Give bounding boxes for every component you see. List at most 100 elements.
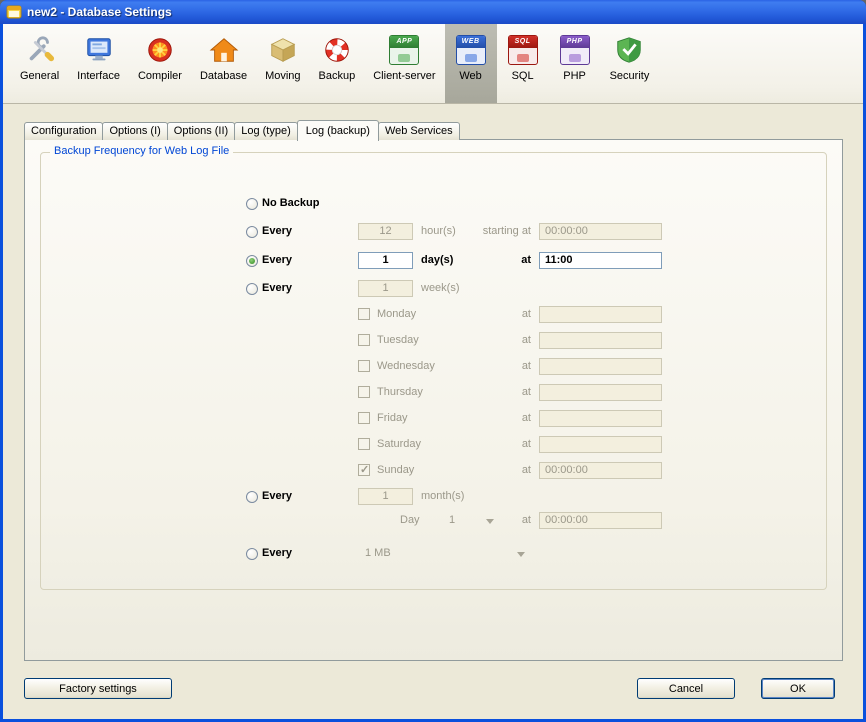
wednesday-time-field bbox=[539, 358, 662, 375]
toolbar-label: Compiler bbox=[138, 70, 182, 82]
monthly-day-row: Day 1 at 00:00:00 bbox=[3, 511, 863, 531]
monday-row: Monday at bbox=[3, 305, 863, 325]
lifebuoy-icon bbox=[322, 33, 352, 67]
cancel-button[interactable]: Cancel bbox=[637, 678, 735, 699]
toolbar-item-database[interactable]: Database bbox=[191, 24, 256, 103]
toolbar-item-compiler[interactable]: Compiler bbox=[129, 24, 191, 103]
toolbar-item-moving[interactable]: Moving bbox=[256, 24, 309, 103]
toolbar-item-web[interactable]: WEB Web bbox=[445, 24, 497, 103]
tuesday-checkbox bbox=[358, 334, 370, 346]
daily-radio[interactable] bbox=[246, 255, 258, 267]
tuesday-row: Tuesday at bbox=[3, 331, 863, 351]
hourly-value-field: 12 bbox=[358, 223, 413, 240]
groupbox-title: Backup Frequency for Web Log File bbox=[50, 145, 233, 157]
tab-log-type[interactable]: Log (type) bbox=[234, 122, 298, 140]
thursday-label: Thursday bbox=[377, 386, 423, 398]
friday-row: Friday at bbox=[3, 409, 863, 429]
sunday-time-field: 00:00:00 bbox=[539, 462, 662, 479]
wednesday-at-label: at bbox=[433, 360, 531, 372]
hourly-starting-at-label: starting at bbox=[433, 225, 531, 237]
monthly-radio[interactable] bbox=[246, 491, 258, 503]
monitor-icon bbox=[84, 33, 114, 67]
monthly-unit-label: month(s) bbox=[421, 490, 464, 502]
toolbar-item-php[interactable]: PHP PHP bbox=[549, 24, 601, 103]
sunday-at-label: at bbox=[433, 464, 531, 476]
no-backup-radio[interactable] bbox=[246, 198, 258, 210]
daily-time-field[interactable]: 11:00 bbox=[539, 252, 662, 269]
monthly-value-field: 1 bbox=[358, 488, 413, 505]
size-value: 1 MB bbox=[365, 547, 391, 559]
wednesday-label: Wednesday bbox=[377, 360, 435, 372]
tab-log-backup[interactable]: Log (backup) bbox=[297, 120, 379, 141]
tuesday-label: Tuesday bbox=[377, 334, 419, 346]
monday-at-label: at bbox=[433, 308, 531, 320]
monday-checkbox bbox=[358, 308, 370, 320]
weekly-value-field: 1 bbox=[358, 280, 413, 297]
hourly-radio[interactable] bbox=[246, 226, 258, 238]
thursday-time-field bbox=[539, 384, 662, 401]
no-backup-row: No Backup bbox=[3, 194, 863, 214]
size-every-label[interactable]: Every bbox=[262, 547, 292, 559]
toolbar-item-interface[interactable]: Interface bbox=[68, 24, 129, 103]
daily-every-label[interactable]: Every bbox=[262, 254, 292, 266]
daily-row: Every 1 day(s) at 11:00 bbox=[3, 251, 863, 271]
tab-configuration[interactable]: Configuration bbox=[24, 122, 103, 140]
titlebar: new2 - Database Settings bbox=[0, 0, 866, 24]
monthly-at-label: at bbox=[433, 514, 531, 526]
weekly-every-label[interactable]: Every bbox=[262, 282, 292, 294]
thursday-row: Thursday at bbox=[3, 383, 863, 403]
toolbar-item-client-server[interactable]: APP Client-server bbox=[364, 24, 444, 103]
monday-time-field bbox=[539, 306, 662, 323]
toolbar-label: Security bbox=[610, 70, 650, 82]
toolbar-item-general[interactable]: General bbox=[11, 24, 68, 103]
window-title: new2 - Database Settings bbox=[27, 5, 172, 19]
toolbar-label: Moving bbox=[265, 70, 300, 82]
wednesday-checkbox bbox=[358, 360, 370, 372]
monthly-every-label[interactable]: Every bbox=[262, 490, 292, 502]
hourly-time-field: 00:00:00 bbox=[539, 223, 662, 240]
sunday-row: Sunday at 00:00:00 bbox=[3, 461, 863, 481]
dialog-body: General Interface bbox=[3, 24, 863, 719]
monthly-row: Every 1 month(s) bbox=[3, 487, 863, 507]
wednesday-row: Wednesday at bbox=[3, 357, 863, 377]
sql-package-icon: SQL bbox=[508, 33, 538, 67]
toolbar-label: Backup bbox=[319, 70, 356, 82]
size-radio[interactable] bbox=[246, 548, 258, 560]
hourly-row: Every 12 hour(s) starting at 00:00:00 bbox=[3, 222, 863, 242]
app-icon bbox=[6, 4, 22, 20]
thursday-at-label: at bbox=[433, 386, 531, 398]
weekly-radio[interactable] bbox=[246, 283, 258, 295]
php-package-icon: PHP bbox=[560, 33, 590, 67]
toolbar-label: PHP bbox=[563, 70, 586, 82]
tools-icon bbox=[25, 33, 55, 67]
daily-value-field[interactable]: 1 bbox=[358, 252, 413, 269]
thursday-checkbox bbox=[358, 386, 370, 398]
toolbar-label: Database bbox=[200, 70, 247, 82]
toolbar-label: Interface bbox=[77, 70, 120, 82]
tab-web-services[interactable]: Web Services bbox=[378, 122, 460, 140]
moving-box-icon bbox=[268, 33, 298, 67]
ok-button[interactable]: OK bbox=[761, 678, 835, 699]
tuesday-time-field bbox=[539, 332, 662, 349]
size-dropdown-arrow-icon bbox=[517, 552, 525, 557]
toolbar-item-security[interactable]: Security bbox=[601, 24, 659, 103]
hourly-every-label[interactable]: Every bbox=[262, 225, 292, 237]
web-package-icon: WEB bbox=[456, 33, 486, 67]
toolbar-item-sql[interactable]: SQL SQL bbox=[497, 24, 549, 103]
factory-settings-button[interactable]: Factory settings bbox=[24, 678, 172, 699]
daily-at-label: at bbox=[433, 254, 531, 266]
toolbar-label: General bbox=[20, 70, 59, 82]
sunday-label: Sunday bbox=[377, 464, 414, 476]
weekly-row: Every 1 week(s) bbox=[3, 279, 863, 299]
friday-time-field bbox=[539, 410, 662, 427]
tab-options-1[interactable]: Options (I) bbox=[102, 122, 167, 140]
monthly-time-field: 00:00:00 bbox=[539, 512, 662, 529]
tab-options-2[interactable]: Options (II) bbox=[167, 122, 235, 140]
friday-checkbox bbox=[358, 412, 370, 424]
compiler-wheel-icon bbox=[145, 33, 175, 67]
database-settings-window: new2 - Database Settings General bbox=[0, 0, 866, 722]
toolbar-item-backup[interactable]: Backup bbox=[310, 24, 365, 103]
app-package-icon: APP bbox=[389, 33, 419, 67]
no-backup-label[interactable]: No Backup bbox=[262, 197, 319, 209]
shield-icon bbox=[614, 33, 644, 67]
